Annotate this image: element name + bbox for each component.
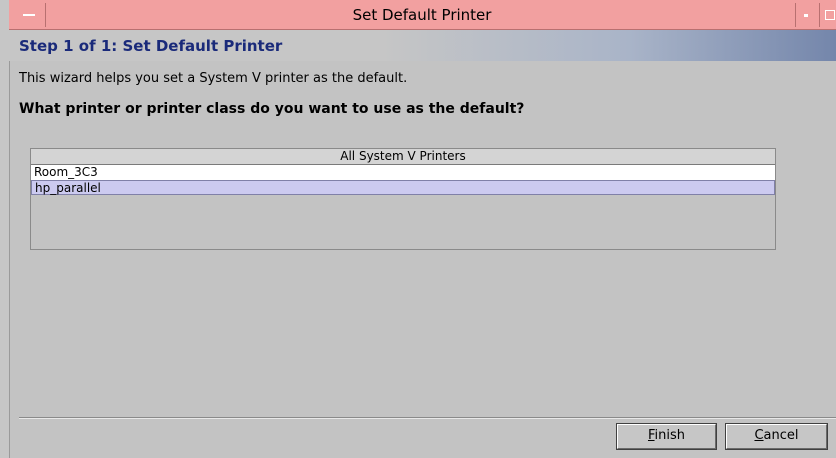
title-bar[interactable]: Set Default Printer (9, 0, 836, 30)
button-separator (19, 417, 836, 419)
maximize-icon[interactable] (819, 3, 836, 27)
question-text: What printer or printer class do you wan… (19, 101, 525, 117)
step-title: Step 1 of 1: Set Default Printer (19, 37, 283, 55)
table-row-selected[interactable]: hp_parallel (31, 180, 775, 195)
step-header: Step 1 of 1: Set Default Printer (9, 30, 836, 61)
cancel-mnemonic: C (754, 428, 764, 443)
window-menu-icon[interactable] (9, 3, 46, 27)
printer-table: All System V Printers Room_3C3 hp_parall… (30, 148, 776, 250)
table-column-header[interactable]: All System V Printers (31, 149, 775, 165)
table-row[interactable]: Room_3C3 (31, 165, 775, 180)
minimize-icon[interactable] (795, 3, 817, 27)
finish-button[interactable]: Finish (616, 423, 717, 450)
intro-text: This wizard helps you set a System V pri… (19, 71, 408, 86)
finish-label: inish (654, 428, 686, 443)
window-title: Set Default Printer (352, 6, 492, 24)
wizard-window: Set Default Printer Step 1 of 1: Set Def… (0, 0, 836, 458)
window-left-border (0, 0, 10, 458)
cancel-label: ancel (763, 428, 799, 443)
cancel-button[interactable]: Cancel (725, 423, 828, 450)
